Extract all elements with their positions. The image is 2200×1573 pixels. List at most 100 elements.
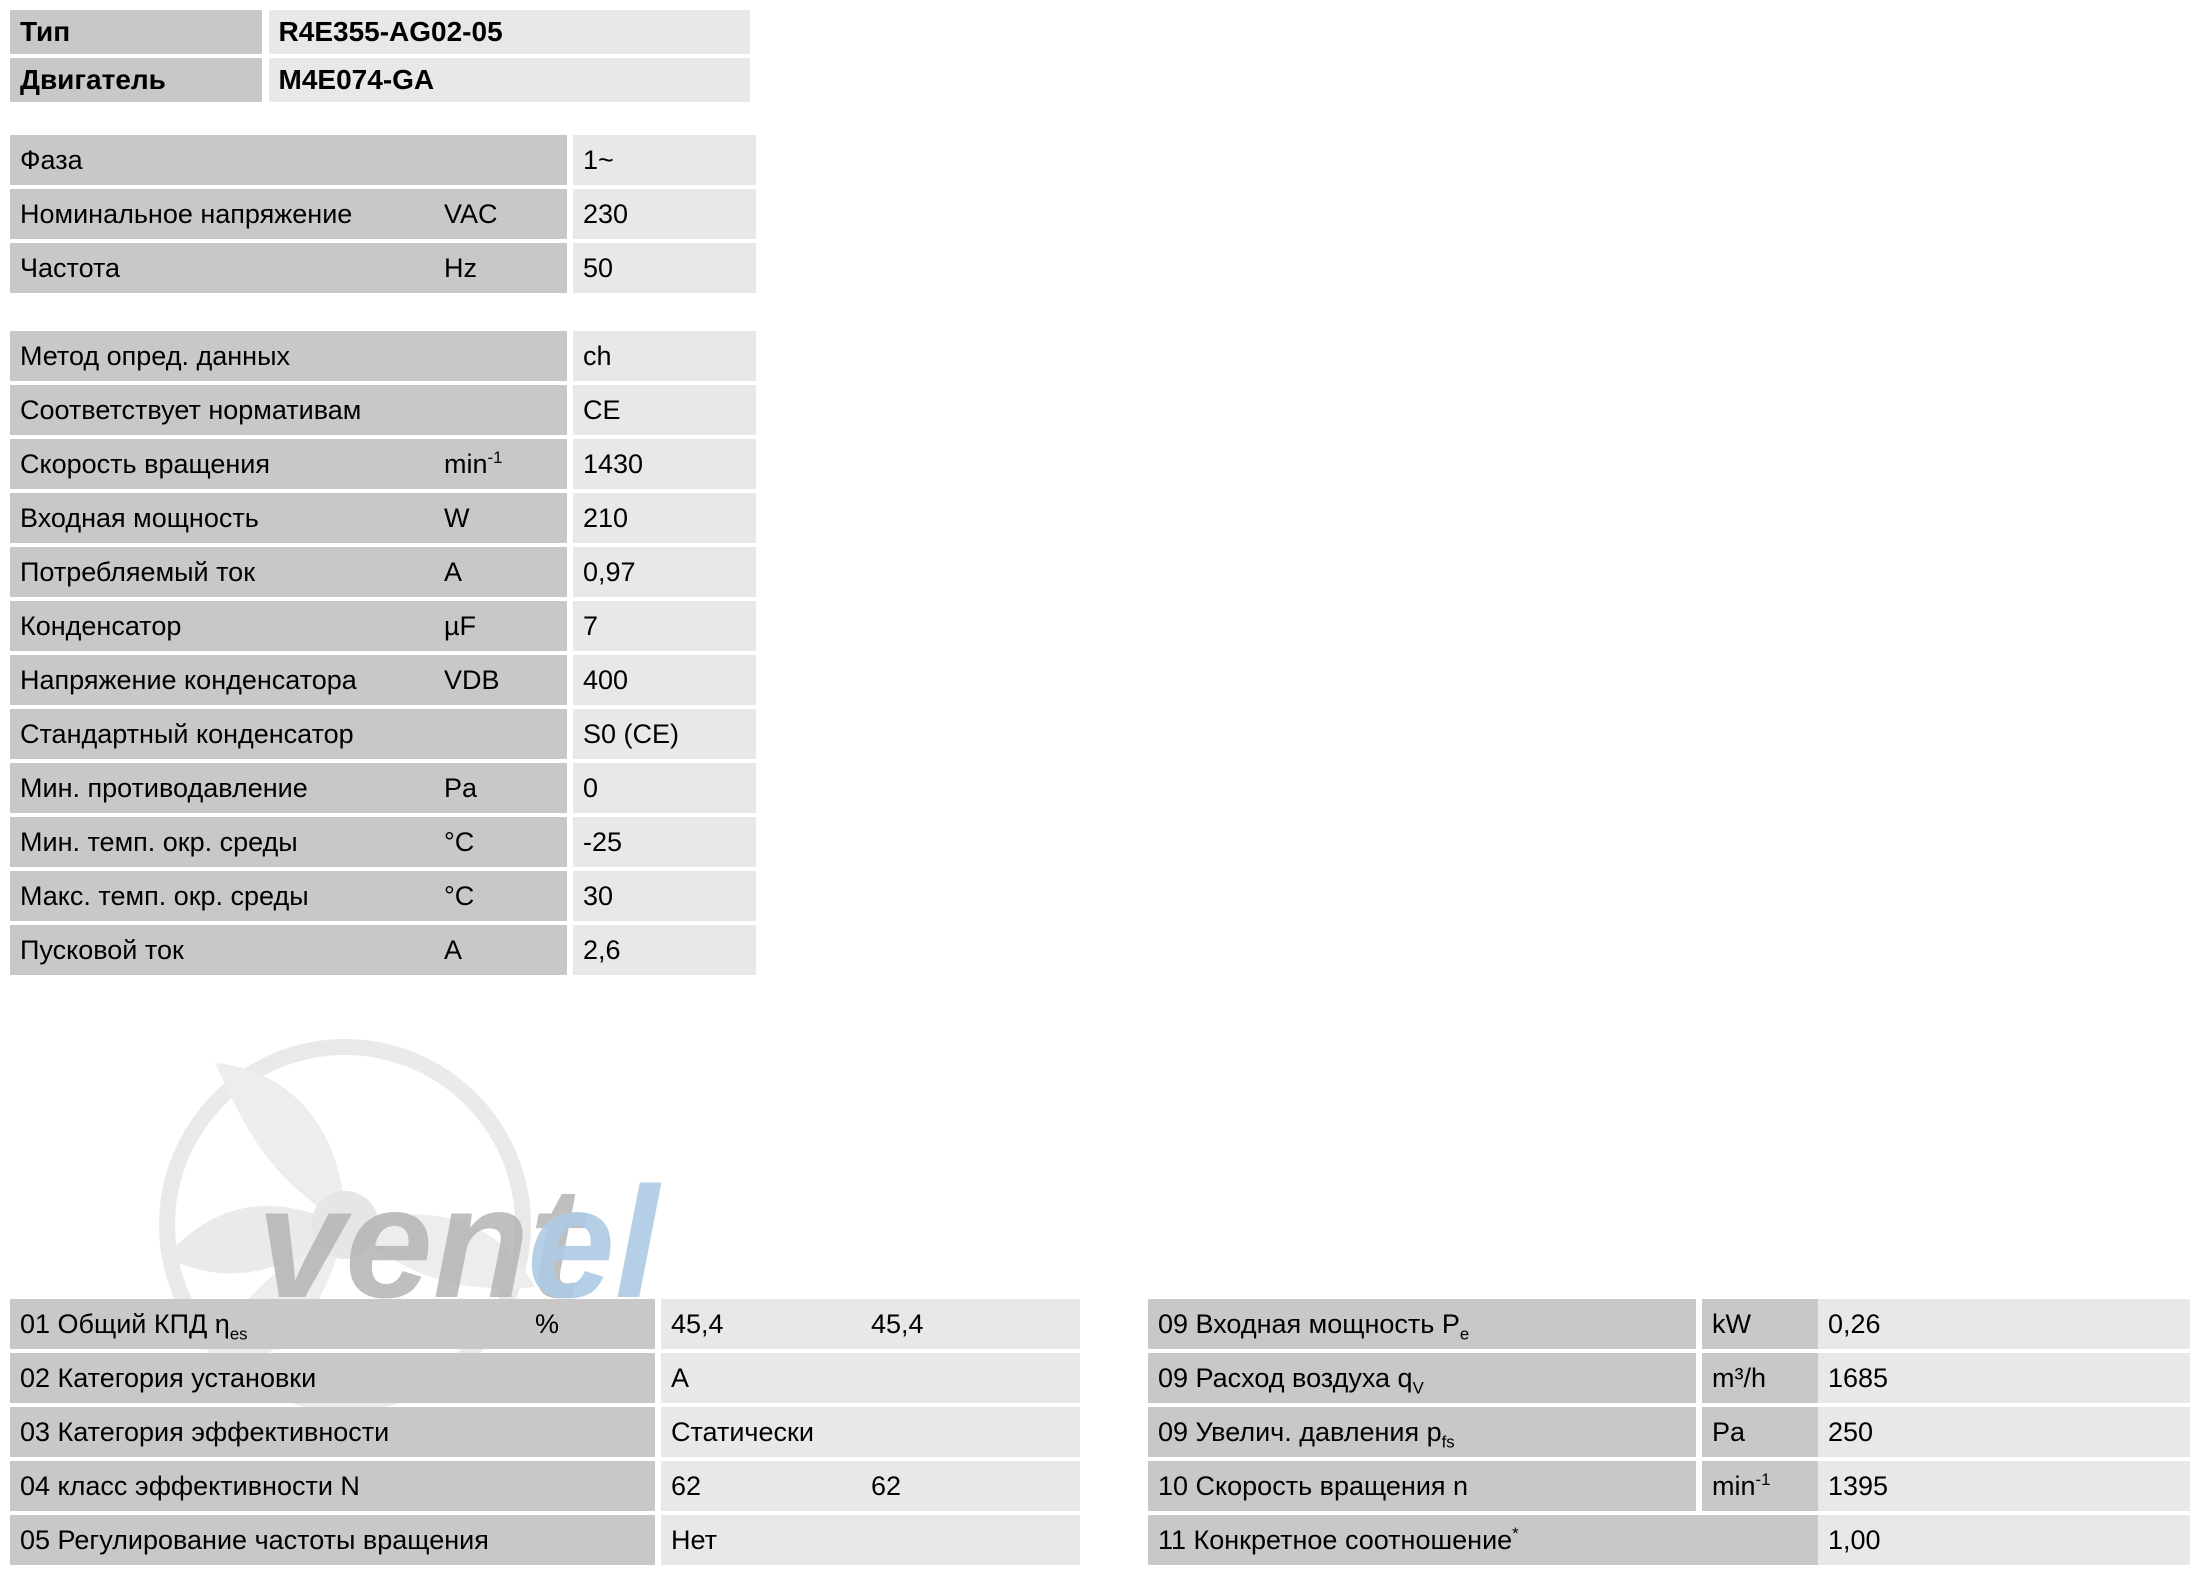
- data-label-starting-current: Пусковой ток: [10, 925, 434, 975]
- electrical-value-frequency: 50: [573, 243, 756, 293]
- unit-base: min: [1712, 1471, 1756, 1501]
- erp-right-value-pressure-increase: 250: [1818, 1407, 2190, 1457]
- data-value-capacitor-voltage: 400: [573, 655, 756, 705]
- table-row: Номинальное напряжение VAC 230: [10, 189, 756, 239]
- data-unit-standards: [434, 385, 567, 435]
- unit-exponent: -1: [1755, 1470, 1771, 1489]
- table-row: 03 Категория эффективности Статически: [10, 1407, 1080, 1457]
- cell-gap: [261, 58, 269, 102]
- technical-data-table: Метод опред. данных ch Соответствует нор…: [10, 327, 756, 979]
- data-label-min-backpressure: Мин. противодавление: [10, 763, 434, 813]
- label-subscript: fs: [1441, 1432, 1455, 1452]
- electrical-label-voltage: Номинальное напряжение: [10, 189, 434, 239]
- table-row: Мин. темп. окр. среды °C -25: [10, 817, 756, 867]
- erp-left-value-installation-category: A: [661, 1353, 1080, 1403]
- erp-right-label-input-power: 09 Входная мощность Pe: [1148, 1299, 1696, 1349]
- erp-right-value-input-power: 0,26: [1818, 1299, 2190, 1349]
- data-value-method: ch: [573, 331, 756, 381]
- erp-right-unit-pressure-increase: Pa: [1702, 1407, 1818, 1457]
- erp-right-label-rotation-speed: 10 Скорость вращения n: [1148, 1461, 1696, 1511]
- data-value-current: 0,97: [573, 547, 756, 597]
- table-row: Скорость вращения min-1 1430: [10, 439, 756, 489]
- erp-left-value-speed-control: Нет: [661, 1515, 1080, 1565]
- data-label-standards: Соответствует нормативам: [10, 385, 434, 435]
- label-base: 01 Общий КПД η: [20, 1309, 230, 1339]
- data-value-standards: CE: [573, 385, 756, 435]
- data-unit-speed: min-1: [434, 439, 567, 489]
- identification-table: Тип R4E355-AG02-05 Двигатель M4E074-GA: [10, 6, 750, 106]
- electrical-table: Фаза 1~ Номинальное напряжение VAC 230 Ч…: [10, 131, 756, 297]
- table-row: 05 Регулирование частоты вращения Нет: [10, 1515, 1080, 1565]
- label-subscript: V: [1412, 1378, 1424, 1398]
- table-row: Фаза 1~: [10, 135, 756, 185]
- unit-exponent: -1: [487, 448, 503, 467]
- data-unit-max-ambient-temp: °C: [434, 871, 567, 921]
- label-asterisk: *: [1512, 1524, 1519, 1543]
- data-label-input-power: Входная мощность: [10, 493, 434, 543]
- electrical-unit-voltage: VAC: [434, 189, 567, 239]
- erp-left-unit-overall-efficiency: %: [525, 1299, 655, 1349]
- data-unit-capacitor-voltage: VDB: [434, 655, 567, 705]
- table-row: 10 Скорость вращения n min-1 1395: [1148, 1461, 2190, 1511]
- erp-right-unit-rotation-speed: min-1: [1702, 1461, 1818, 1511]
- table-row: 01 Общий КПД ηes % 45,4 45,4: [10, 1299, 1080, 1349]
- data-unit-input-power: W: [434, 493, 567, 543]
- data-label-standard-capacitor: Стандартный конденсатор: [10, 709, 434, 759]
- identification-label-motor: Двигатель: [10, 58, 262, 102]
- table-row: Мин. противодавление Pa 0: [10, 763, 756, 813]
- erp-right-label-specific-ratio: 11 Конкретное соотношение*: [1148, 1515, 1818, 1565]
- data-value-speed: 1430: [573, 439, 756, 489]
- unit-base: min: [444, 449, 488, 479]
- data-value-input-power: 210: [573, 493, 756, 543]
- data-label-min-ambient-temp: Мин. темп. окр. среды: [10, 817, 434, 867]
- electrical-unit-phase: [434, 135, 567, 185]
- table-row: 11 Конкретное соотношение* 1,00: [1148, 1515, 2190, 1565]
- data-unit-min-ambient-temp: °C: [434, 817, 567, 867]
- label-base: 09 Увелич. давления p: [1158, 1417, 1442, 1447]
- data-value-max-ambient-temp: 30: [573, 871, 756, 921]
- erp-right-value-airflow: 1685: [1818, 1353, 2190, 1403]
- label-subscript: es: [229, 1324, 248, 1344]
- data-value-starting-current: 2,6: [573, 925, 756, 975]
- erp-left-value1-efficiency-class: 62: [661, 1461, 861, 1511]
- electrical-unit-frequency: Hz: [434, 243, 567, 293]
- erp-right-value-rotation-speed: 1395: [1818, 1461, 2190, 1511]
- table-row: 02 Категория установки A: [10, 1353, 1080, 1403]
- data-label-method: Метод опред. данных: [10, 331, 434, 381]
- label-base: 09 Входная мощность P: [1158, 1309, 1460, 1339]
- table-row: Входная мощность W 210: [10, 493, 756, 543]
- erp-left-table: 01 Общий КПД ηes % 45,4 45,4 02 Категори…: [10, 1295, 1080, 1569]
- label-subscript: e: [1459, 1324, 1470, 1344]
- table-row: Частота Hz 50: [10, 243, 756, 293]
- data-label-capacitor-voltage: Напряжение конденсатора: [10, 655, 434, 705]
- table-row: Стандартный конденсатор S0 (CE): [10, 709, 756, 759]
- data-unit-starting-current: A: [434, 925, 567, 975]
- erp-left-label-efficiency-category: 03 Категория эффективности: [10, 1407, 655, 1457]
- table-row: Потребляемый ток A 0,97: [10, 547, 756, 597]
- erp-left-value1-overall-efficiency: 45,4: [661, 1299, 861, 1349]
- identification-value-motor: M4E074-GA: [268, 58, 750, 102]
- erp-right-label-airflow: 09 Расход воздуха qV: [1148, 1353, 1696, 1403]
- table-row: Пусковой ток A 2,6: [10, 925, 756, 975]
- erp-right-unit-airflow: m³/h: [1702, 1353, 1818, 1403]
- erp-right-label-pressure-increase: 09 Увелич. давления pfs: [1148, 1407, 1696, 1457]
- data-unit-current: A: [434, 547, 567, 597]
- electrical-label-frequency: Частота: [10, 243, 434, 293]
- data-unit-method: [434, 331, 567, 381]
- table-row: Напряжение конденсатора VDB 400: [10, 655, 756, 705]
- label-base: 09 Расход воздуха q: [1158, 1363, 1413, 1393]
- erp-left-value2-overall-efficiency: 45,4: [861, 1299, 1080, 1349]
- erp-left-label-speed-control: 05 Регулирование частоты вращения: [10, 1515, 655, 1565]
- electrical-label-phase: Фаза: [10, 135, 434, 185]
- table-row: 09 Расход воздуха qV m³/h 1685: [1148, 1353, 2190, 1403]
- data-value-min-backpressure: 0: [573, 763, 756, 813]
- data-label-speed: Скорость вращения: [10, 439, 434, 489]
- identification-value-type: R4E355-AG02-05: [268, 10, 750, 54]
- data-label-current: Потребляемый ток: [10, 547, 434, 597]
- data-label-capacitor: Конденсатор: [10, 601, 434, 651]
- table-row: Макс. темп. окр. среды °C 30: [10, 871, 756, 921]
- table-row: Тип R4E355-AG02-05: [10, 10, 750, 54]
- table-row: Двигатель M4E074-GA: [10, 58, 750, 102]
- data-label-max-ambient-temp: Макс. темп. окр. среды: [10, 871, 434, 921]
- data-unit-capacitor: µF: [434, 601, 567, 651]
